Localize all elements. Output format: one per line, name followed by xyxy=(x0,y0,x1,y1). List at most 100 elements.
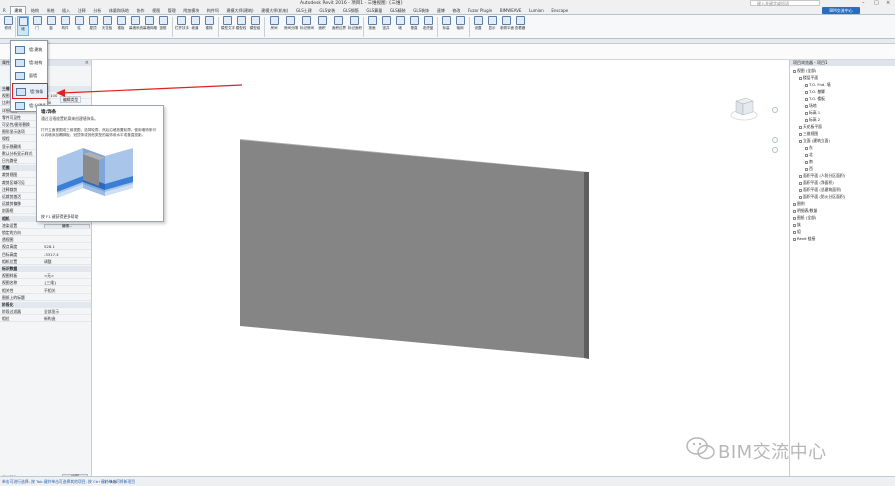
tab-view[interactable]: 视图 xyxy=(149,7,163,14)
dormer-button[interactable]: 老虎窗 xyxy=(422,16,434,36)
tab-enscape[interactable]: Enscape xyxy=(548,7,571,14)
tree-item[interactable]: T.O. 基脚 xyxy=(805,89,825,95)
edit-button[interactable]: 编辑... xyxy=(44,223,90,228)
tab-bimweave[interactable]: BIMWEAVE xyxy=(497,7,525,14)
tab-collaborate[interactable]: 协作 xyxy=(134,7,148,14)
expand-icon[interactable] xyxy=(793,237,796,241)
area-boundary-button[interactable]: 面积边界 xyxy=(332,16,346,36)
tree-item[interactable]: 天花板平面 xyxy=(799,124,822,130)
property-row[interactable]: 图纸上的标题 xyxy=(0,295,91,301)
expand-icon[interactable] xyxy=(793,69,796,73)
tag-room-button[interactable]: 标记房间 xyxy=(300,16,314,36)
menu-item-wall-sweep[interactable]: 墙:饰条 xyxy=(12,83,48,99)
property-row[interactable]: 相关性 不相关 xyxy=(0,288,91,294)
model-line-button[interactable]: 模型线 xyxy=(235,16,247,36)
ref-plane-button[interactable]: 参照平面 xyxy=(500,16,514,36)
tree-item[interactable]: 面积平面 (人防分区面积) xyxy=(799,173,845,179)
close-icon[interactable]: × xyxy=(85,60,89,66)
menu-item-face-wall[interactable]: 面墙 xyxy=(12,68,48,84)
tab-manage[interactable]: 管理 xyxy=(165,7,179,14)
property-row[interactable]: 阶段过滤器 全部显示 xyxy=(0,309,91,316)
expand-icon[interactable] xyxy=(799,132,802,136)
tree-item[interactable]: 明细表/数量 xyxy=(793,208,817,214)
tag-area-button[interactable]: 标记面积 xyxy=(348,16,362,36)
tree-item[interactable]: 南 xyxy=(805,159,813,165)
expand-icon[interactable] xyxy=(805,146,808,150)
property-row[interactable]: 锁定的方向 xyxy=(0,230,91,236)
wall-button[interactable]: 墙 xyxy=(17,16,29,36)
tab-addins[interactable]: 附加模块 xyxy=(180,7,202,14)
tab-gls-qty[interactable]: GLS算量 xyxy=(363,7,385,14)
tab-fuzor[interactable]: Fuzor Plugin xyxy=(465,7,495,14)
component-button[interactable]: 构件 xyxy=(59,16,71,36)
expand-icon[interactable] xyxy=(793,209,796,213)
tree-item[interactable]: 三维视图 xyxy=(799,131,818,137)
property-row[interactable]: 目标高度 -3317.4 xyxy=(0,252,91,258)
tree-item[interactable]: T.O. Fnd. 墙 xyxy=(805,82,831,88)
ramp-button[interactable]: 坡道 xyxy=(189,16,201,36)
tab-analyze[interactable]: 分析 xyxy=(90,7,104,14)
vertical-button[interactable]: 垂直 xyxy=(408,16,420,36)
tree-item[interactable]: 标高 1 xyxy=(805,110,820,116)
view-scale[interactable]: 1 : 100 xyxy=(104,479,117,484)
tab-gls-install[interactable]: GLS安装 xyxy=(316,7,338,14)
expand-icon[interactable] xyxy=(799,174,802,178)
grid-button[interactable]: 轴网 xyxy=(454,16,466,36)
expand-icon[interactable] xyxy=(793,202,796,206)
workplane-set-button[interactable]: 设置 xyxy=(472,16,484,36)
tab-gls-civil[interactable]: GLS土建 xyxy=(293,7,315,14)
viewcube-icon[interactable] xyxy=(730,93,758,121)
tree-item[interactable]: 楼层平面 xyxy=(799,75,818,81)
property-row[interactable]: 相机位置 调整 xyxy=(0,259,91,265)
railing-button[interactable]: 栏杆扶手 xyxy=(175,16,189,36)
tree-item[interactable]: 族 xyxy=(793,222,801,228)
tree-item[interactable]: 视图 (全部) xyxy=(793,68,816,74)
ceiling-button[interactable]: 天花板 xyxy=(101,16,113,36)
modify-button[interactable]: 修改 xyxy=(2,16,14,36)
tab-modify[interactable]: 修改 xyxy=(449,7,463,14)
floor-button[interactable]: 楼板 xyxy=(115,16,127,36)
roof-button[interactable]: 屋顶 xyxy=(87,16,99,36)
wall-model[interactable] xyxy=(92,60,788,476)
column-button[interactable]: 柱 xyxy=(73,16,85,36)
shaft-button[interactable]: 竖井 xyxy=(380,16,392,36)
property-row[interactable]: 相位 新构造 xyxy=(0,316,91,323)
property-row[interactable]: 渲染设置 编辑... xyxy=(0,223,91,229)
expand-icon[interactable] xyxy=(805,153,808,157)
tree-item[interactable]: 东 xyxy=(805,145,813,151)
expand-icon[interactable] xyxy=(799,195,802,199)
expand-icon[interactable] xyxy=(805,104,808,108)
tree-item[interactable]: 西 xyxy=(805,166,813,172)
property-row[interactable]: 透视图 xyxy=(0,237,91,244)
expand-icon[interactable] xyxy=(793,216,796,220)
expand-icon[interactable] xyxy=(793,223,796,227)
stair-button[interactable]: 楼梯 xyxy=(203,16,215,36)
expand-icon[interactable] xyxy=(805,160,808,164)
3d-viewport[interactable] xyxy=(92,60,788,476)
model-group-button[interactable]: 模型组 xyxy=(249,16,261,36)
model-text-button[interactable]: 模型文字 xyxy=(221,16,235,36)
expand-icon[interactable] xyxy=(805,83,808,87)
mullion-button[interactable]: 竖梃 xyxy=(157,16,169,36)
by-face-button[interactable]: 按面 xyxy=(366,16,378,36)
room-separator-button[interactable]: 房间分隔 xyxy=(284,16,298,36)
expand-icon[interactable] xyxy=(805,167,808,171)
level-button[interactable]: 标高 xyxy=(440,16,452,36)
expand-icon[interactable] xyxy=(805,111,808,115)
tab-modeling-arch[interactable]: 建模大师(建筑) xyxy=(224,7,257,14)
tab-insert[interactable]: 插入 xyxy=(59,7,73,14)
tree-item[interactable]: 北 xyxy=(805,152,813,158)
tree-item[interactable]: Revit 链接 xyxy=(793,236,815,242)
expand-icon[interactable] xyxy=(799,139,802,143)
workplane-show-button[interactable]: 显示 xyxy=(486,16,498,36)
tree-item[interactable]: 标高 2 xyxy=(805,117,820,123)
tab-app-menu[interactable]: R xyxy=(0,7,9,14)
tree-item[interactable]: 场地 xyxy=(805,103,817,109)
expand-icon[interactable] xyxy=(805,97,808,101)
door-button[interactable]: 门 xyxy=(31,16,43,36)
tree-item[interactable]: 面积平面 (净面积) xyxy=(799,180,834,186)
expand-icon[interactable] xyxy=(799,76,802,80)
expand-icon[interactable] xyxy=(805,90,808,94)
tab-lumion[interactable]: Lumion xyxy=(526,7,547,14)
tree-item[interactable]: T.O. 楼板 xyxy=(805,96,825,102)
